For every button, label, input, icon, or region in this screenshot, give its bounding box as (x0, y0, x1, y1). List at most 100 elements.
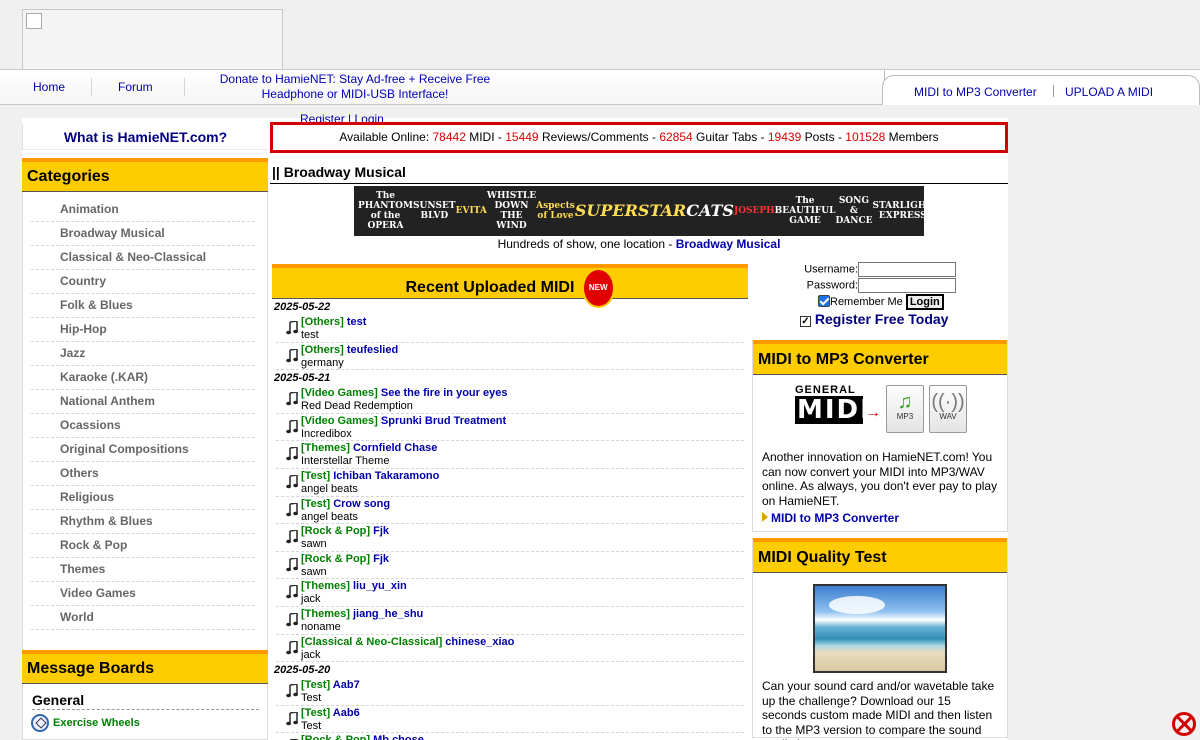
password-label: Password: (806, 279, 858, 292)
midi-title-link[interactable]: Sprunki Brud Treatment (381, 415, 506, 427)
midi-title-link[interactable]: Aab7 (333, 679, 360, 691)
login-form: Username: Password: Remember Me Login ✓ … (752, 258, 1008, 330)
quality-test-panel: MIDI Quality Test Can your sound card an… (752, 538, 1008, 740)
midi-title-link[interactable]: Fjk (373, 525, 389, 537)
midi-title-link[interactable]: Fjk (373, 553, 389, 565)
category-item[interactable]: Karaoke (.KAR) (31, 366, 255, 390)
converter-link[interactable]: MIDI to MP3 Converter (753, 508, 1007, 531)
midi-category-link[interactable]: [Rock & Pop] (301, 734, 370, 740)
categories-list: Animation Broadway Musical Classical & Neo… (22, 192, 268, 652)
login-button[interactable]: Login (905, 294, 944, 310)
midi-category-link[interactable]: [Test] (301, 498, 330, 510)
banner-caption: Hundreds of show, one location - Broadwa… (354, 237, 924, 251)
midi-title-link[interactable]: Ichiban Takaramono (333, 470, 439, 482)
what-is-link[interactable]: What is HamieNET.com? (22, 124, 268, 150)
midi-category-link[interactable]: [Others] (301, 344, 344, 356)
midi-list-item: [Classical & Neo-Classical] chinese_xiao… (276, 635, 744, 663)
blocked-icon[interactable] (1172, 712, 1196, 736)
nav-converter-link[interactable]: MIDI to MP3 Converter (914, 85, 1037, 99)
midi-uploader: sawn (301, 538, 327, 551)
quality-test-title: MIDI Quality Test (753, 538, 1007, 573)
category-item[interactable]: Animation (31, 198, 255, 222)
midi-list-item: [Others] test test (276, 315, 744, 343)
converter-panel-title: MIDI to MP3 Converter (753, 340, 1007, 375)
arrow-right-icon: → (865, 404, 881, 421)
banner-show-logo: EVITA (455, 206, 487, 216)
midi-uploader: noname (301, 620, 341, 633)
music-note-icon (286, 584, 298, 599)
midi-category-link[interactable]: [Test] (301, 707, 330, 719)
midi-category-link[interactable]: [Others] (301, 316, 344, 328)
remember-checkbox[interactable] (818, 295, 830, 307)
banner-caption-link[interactable]: Broadway Musical (676, 237, 781, 251)
beach-photo[interactable] (813, 584, 947, 673)
category-item[interactable]: Religious (31, 486, 255, 510)
banner-show-logo: SUNSET BLVD (412, 201, 456, 221)
midi-title-link[interactable]: liu_yu_xin (353, 580, 407, 592)
category-item[interactable]: Hip-Hop (31, 318, 255, 342)
broadway-banner[interactable]: The PHANTOM of the OPERA SUNSET BLVD EVITA… (354, 186, 933, 236)
category-item[interactable]: Broadway Musical (31, 222, 255, 246)
midi-category-link[interactable]: [Classical & Neo-Classical] (301, 636, 442, 648)
midi-category-link[interactable]: [Rock & Pop] (301, 553, 370, 565)
category-item[interactable]: World (31, 606, 255, 630)
password-input[interactable] (858, 278, 956, 293)
category-item[interactable]: Rock & Pop (31, 534, 255, 558)
message-board-item[interactable]: Exercise Wheels (31, 714, 259, 732)
midi-title-link[interactable]: Cornfield Chase (353, 442, 437, 454)
midi-category-link[interactable]: [Test] (301, 679, 330, 691)
midi-uploader: angel beats (301, 510, 358, 523)
midi-list-item: [Video Games] See the fire in your eyes R… (276, 386, 744, 414)
category-item[interactable]: Rhythm & Blues (31, 510, 255, 534)
midi-title-link[interactable]: See the fire in your eyes (381, 387, 508, 399)
category-item[interactable]: Country (31, 270, 255, 294)
midi-title-link[interactable]: Crow song (333, 498, 390, 510)
remember-row: Remember Me Login (818, 294, 944, 310)
nav-home-link[interactable]: Home (33, 80, 65, 94)
banner-show-logo: SONG & DANCE (835, 196, 873, 226)
nav-upload-link[interactable]: UPLOAD A MIDI (1065, 85, 1153, 99)
login-link[interactable]: Login (354, 112, 383, 122)
midi-category-link[interactable]: [Video Games] (301, 387, 378, 399)
category-item[interactable]: Ocassions (31, 414, 255, 438)
midi-title-link[interactable]: chinese_xiao (445, 636, 514, 648)
category-item[interactable]: Video Games (31, 582, 255, 606)
converter-graphic[interactable]: GENERAL MIDI → ♫ MP3 ((·)) WAV (753, 375, 1007, 445)
category-item[interactable]: Jazz (31, 342, 255, 366)
category-item[interactable]: Original Compositions (31, 438, 255, 462)
midi-uploader: Test (301, 692, 322, 705)
midi-title-link[interactable]: jiang_he_shu (353, 608, 423, 620)
midi-title-link[interactable]: Mb chose (373, 734, 424, 740)
category-item[interactable]: Classical & Neo-Classical (31, 246, 255, 270)
music-note-icon (286, 320, 298, 335)
donate-line-1: Donate to HamieNET: Stay Ad-free + Recei… (219, 72, 491, 86)
midi-uploader: Test (301, 719, 322, 732)
category-item[interactable]: Folk & Blues (31, 294, 255, 318)
category-item[interactable]: Themes (31, 558, 255, 582)
members-count: 101528 (845, 130, 886, 144)
donate-link[interactable]: Donate to HamieNET: Stay Ad-free + Recei… (205, 72, 505, 102)
nav-forum-link[interactable]: Forum (118, 80, 153, 94)
register-link[interactable]: Register (300, 112, 345, 122)
category-item[interactable]: National Anthem (31, 390, 255, 414)
music-note-icon (286, 446, 298, 461)
posts-count: 19439 (767, 130, 802, 144)
banner-show-logo: STARLIGHT EXPRESS (872, 201, 934, 221)
category-item[interactable]: Others (31, 462, 255, 486)
midi-category-link[interactable]: [Themes] (301, 608, 350, 620)
username-input[interactable] (858, 262, 956, 277)
general-midi-logo: GENERAL MIDI (795, 385, 870, 433)
register-free-link[interactable]: ✓ Register Free Today (800, 311, 948, 327)
midi-category-link[interactable]: [Themes] (301, 580, 350, 592)
midi-category-link[interactable]: [Themes] (301, 442, 350, 454)
categories-title: Categories (22, 158, 268, 192)
quality-test-description: Can your sound card and/or wavetable tak… (762, 679, 995, 740)
midi-title-link[interactable]: teufeslied (347, 344, 398, 356)
midi-title-link[interactable]: test (347, 316, 367, 328)
midi-title-link[interactable]: Aab6 (333, 707, 360, 719)
midi-category-link[interactable]: [Test] (301, 470, 330, 482)
midi-category-link[interactable]: [Video Games] (301, 415, 378, 427)
midi-category-link[interactable]: [Rock & Pop] (301, 525, 370, 537)
recent-midi-list: 2025-05-22 [Others] test test [Others] teuf… (272, 300, 748, 740)
banner-show-logo: CATS (686, 201, 734, 220)
